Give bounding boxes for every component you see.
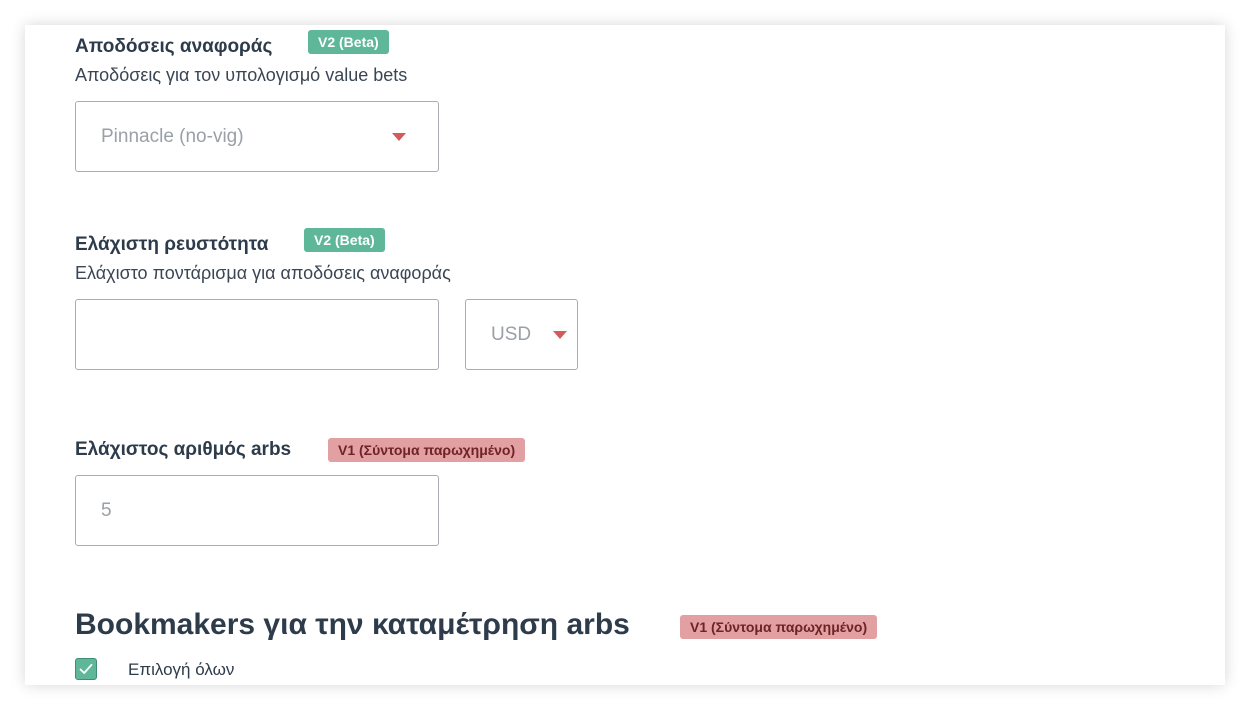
- select-all-checkbox[interactable]: [75, 658, 97, 680]
- min-liquidity-amount-input[interactable]: [75, 299, 439, 370]
- select-all-label[interactable]: Επιλογή όλων: [128, 660, 234, 680]
- reference-odds-description: Αποδόσεις για τον υπολογισμό value bets: [75, 65, 408, 85]
- min-arbs-title: Ελάχιστος αριθμός arbs: [75, 439, 292, 460]
- bookmakers-version-badge: V1 (Σύντομα παρωχημένο): [680, 615, 878, 639]
- currency-select[interactable]: USD: [465, 299, 578, 370]
- reference-odds-title: Αποδόσεις αναφοράς: [75, 36, 273, 57]
- min-arbs-version-badge: V1 (Σύντομα παρωχημένο): [328, 438, 526, 462]
- min-liquidity-description: Ελάχιστο ποντάρισμα για αποδόσεις αναφορ…: [75, 263, 451, 283]
- settings-panel: Αποδόσεις αναφοράς V2 (Beta) Αποδόσεις γ…: [25, 25, 1225, 685]
- checkmark-icon: [79, 663, 93, 674]
- reference-odds-select-value: Pinnacle (no-vig): [101, 125, 244, 147]
- min-arbs-input[interactable]: 5: [75, 475, 439, 546]
- min-liquidity-version-badge: V2 (Beta): [304, 228, 385, 252]
- reference-odds-version-badge: V2 (Beta): [308, 30, 389, 54]
- min-arbs-input-value: 5: [101, 499, 112, 521]
- reference-odds-select[interactable]: Pinnacle (no-vig): [75, 101, 439, 172]
- caret-down-icon: [553, 331, 567, 339]
- currency-select-value: USD: [491, 323, 532, 345]
- caret-down-icon: [392, 133, 406, 141]
- min-liquidity-title: Ελάχιστη ρευστότητα: [75, 234, 269, 255]
- bookmakers-heading: Bookmakers για την καταμέτρηση arbs: [75, 608, 630, 641]
